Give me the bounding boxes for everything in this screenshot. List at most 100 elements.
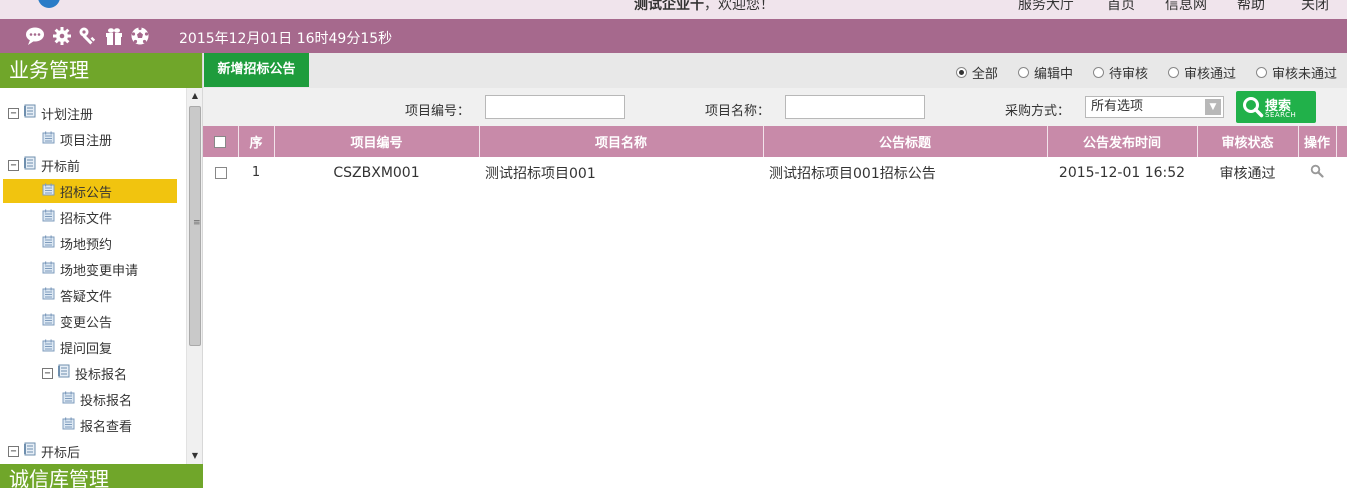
project-name-label: 项目名称：: [705, 104, 771, 119]
sidebar-item-label: 答疑文件: [60, 289, 113, 305]
scrollbar-thumb[interactable]: ≡: [189, 106, 201, 346]
search-button[interactable]: 搜索 SEARCH: [1236, 91, 1316, 123]
sidebar-item-page-1[interactable]: 项目注册: [0, 127, 183, 151]
sidebar-scrollbar[interactable]: ▲ ≡ ▼: [186, 88, 202, 464]
filter-radio-1[interactable]: 编辑中: [1017, 63, 1073, 82]
radio-icon[interactable]: [1017, 67, 1029, 78]
sidebar-item-label: 开标后: [41, 445, 81, 461]
gear-icon[interactable]: [52, 26, 72, 46]
view-detail-icon[interactable]: [1310, 164, 1324, 178]
sidebar-item-folder-2[interactable]: − 开标前: [0, 153, 183, 177]
filter-label: 审核通过: [1183, 67, 1236, 82]
add-tender-notice-button[interactable]: 新增招标公告: [204, 53, 309, 87]
row-notice-title: 测试招标项目001招标公告: [769, 165, 936, 182]
chat-icon[interactable]: [24, 26, 46, 46]
col-filler: [1336, 126, 1347, 157]
sidebar-item-page-4[interactable]: 招标文件: [0, 205, 183, 229]
col-publish-time: 公告发布时间: [1047, 126, 1198, 157]
collapse-toggle-icon[interactable]: −: [8, 159, 19, 171]
filter-radio-3[interactable]: 审核通过: [1167, 63, 1236, 82]
sidebar-item-label: 投标报名: [75, 367, 128, 383]
top-toolbar: 2015年12月01日 16时49分15秒: [0, 19, 1347, 53]
scroll-up-icon[interactable]: ▲: [187, 88, 203, 104]
filter-label: 全部: [971, 67, 998, 82]
select-all-checkbox[interactable]: [214, 135, 227, 148]
col-project-no: 项目编号: [274, 126, 480, 157]
filter-radio-4[interactable]: 审核未通过: [1255, 63, 1337, 82]
sidebar-item-page-9[interactable]: 提问回复: [0, 335, 183, 359]
project-no-input[interactable]: [485, 95, 625, 119]
radio-icon[interactable]: [955, 67, 967, 78]
sidebar: 业务管理 − 计划注册 项目注册 − 开标前招标公告招标文件场地预约 场地变更申请答疑文件…: [0, 53, 203, 488]
sidebar-item-page-6[interactable]: 场地变更申请: [0, 257, 183, 281]
row-publish-time: 2015-12-01 16:52: [1058, 164, 1186, 181]
folder-icon: [23, 156, 41, 174]
sidebar-item-page-5[interactable]: 场地预约: [0, 231, 183, 255]
row-project-no: CSZBXM001: [333, 164, 420, 181]
link-help[interactable]: 帮助: [1237, 0, 1265, 14]
page-icon: [42, 183, 60, 200]
radio-icon[interactable]: [1092, 67, 1104, 78]
method-select-value: 所有选项: [1091, 99, 1144, 114]
row-review-status: 审核通过: [1219, 165, 1276, 182]
project-name-input[interactable]: [785, 95, 925, 119]
radio-icon[interactable]: [1255, 67, 1267, 78]
collapse-toggle-icon[interactable]: −: [8, 445, 19, 457]
filter-radio-2[interactable]: 待审核: [1092, 63, 1148, 82]
football-icon[interactable]: [130, 26, 150, 46]
link-service-hall[interactable]: 服务大厅: [1018, 0, 1074, 14]
col-seq: 序: [238, 126, 275, 157]
table-row[interactable]: 1 CSZBXM001 测试招标项目001 测试招标项目001招标公告 2015…: [203, 157, 1347, 188]
sidebar-item-folder-0[interactable]: − 计划注册: [0, 101, 183, 125]
sidebar-item-page-12[interactable]: 报名查看: [0, 413, 183, 437]
welcome-message: 测试企业十，欢迎您！: [634, 0, 774, 14]
row-project-name: 测试招标项目001: [485, 165, 596, 182]
sidebar-title[interactable]: 业务管理: [0, 53, 202, 88]
row-select-cell: [203, 157, 238, 188]
sidebar-item-folder-10[interactable]: − 投标报名: [0, 361, 183, 385]
scroll-down-icon[interactable]: ▼: [187, 448, 203, 464]
filter-label: 审核未通过: [1271, 67, 1337, 82]
sidebar-item-page-8[interactable]: 变更公告: [0, 309, 183, 333]
sidebar-item-label: 招标文件: [60, 211, 113, 227]
sidebar-item-page-3[interactable]: 招标公告: [3, 179, 177, 203]
search-button-sublabel: SEARCH: [1265, 111, 1297, 119]
sidebar-item-label: 开标前: [41, 159, 81, 175]
col-notice-title: 公告标题: [763, 126, 1048, 157]
logo: [38, 0, 60, 8]
folder-icon: [23, 104, 41, 122]
sidebar-item-page-7[interactable]: 答疑文件: [0, 283, 183, 307]
collapse-toggle-icon[interactable]: −: [42, 367, 53, 379]
filter-radio-0[interactable]: 全部: [955, 63, 998, 82]
col-project-name: 项目名称: [479, 126, 764, 157]
welcome-suffix: ，欢迎您！: [704, 0, 774, 13]
current-datetime: 2015年12月01日 16时49分15秒: [179, 31, 393, 47]
page-icon: [42, 287, 60, 304]
main-content: 新增招标公告 全部 编辑中 待审核 审核通过 审核未通过 项目编号： 项目名称： 采购方…: [203, 53, 1347, 482]
link-home[interactable]: 首页: [1107, 0, 1135, 14]
project-no-label: 项目编号：: [405, 104, 471, 119]
sidebar-item-page-11[interactable]: 投标报名: [0, 387, 183, 411]
row-checkbox[interactable]: [214, 166, 227, 179]
nav-tree: − 计划注册 项目注册 − 开标前招标公告招标文件场地预约 场地变更申请答疑文件变更公告提…: [0, 88, 186, 464]
page-icon: [62, 391, 80, 408]
sidebar-section-credit[interactable]: 诚信库管理: [0, 464, 203, 488]
page-icon: [62, 417, 80, 434]
sidebar-item-folder-13[interactable]: − 开标后: [0, 439, 183, 463]
page-icon: [42, 131, 60, 148]
link-info-network[interactable]: 信息网: [1165, 0, 1207, 14]
gift-icon[interactable]: [104, 26, 124, 46]
link-close[interactable]: 关闭: [1301, 0, 1329, 14]
key-icon[interactable]: [78, 26, 98, 46]
collapse-toggle-icon[interactable]: −: [8, 107, 19, 119]
col-actions: 操作: [1298, 126, 1337, 157]
page-icon: [42, 261, 60, 278]
grip-icon: ≡: [193, 218, 201, 228]
search-bar: 项目编号： 项目名称： 采购方式： 所有选项 ▼ 搜索 SEARCH: [203, 88, 1347, 126]
page-icon: [42, 339, 60, 356]
method-select[interactable]: 所有选项 ▼: [1085, 96, 1224, 118]
radio-icon[interactable]: [1167, 67, 1179, 78]
chevron-down-icon[interactable]: ▼: [1205, 99, 1221, 115]
filter-label: 编辑中: [1033, 67, 1073, 82]
page-icon: [42, 235, 60, 252]
